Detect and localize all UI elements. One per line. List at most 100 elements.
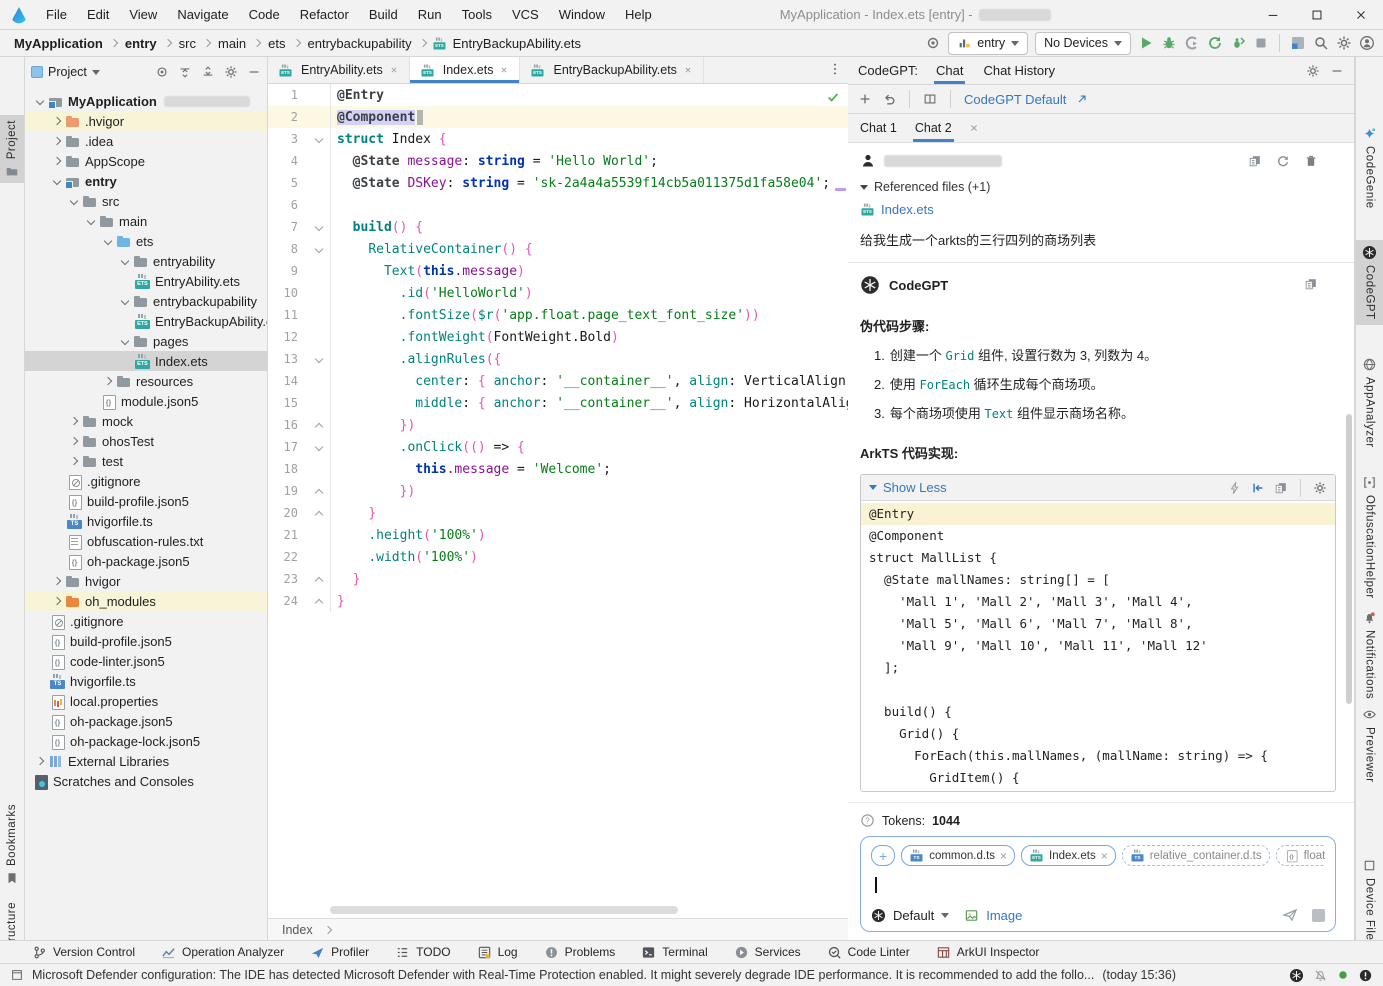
layout-icon[interactable] bbox=[10, 968, 24, 982]
context-chip-relative-container-d-ts[interactable]: relative_container.d.ts bbox=[1121, 845, 1270, 866]
tree-item-obfuscation-rules-txt[interactable]: obfuscation-rules.txt bbox=[25, 531, 267, 551]
fold-end-icon[interactable] bbox=[314, 576, 324, 586]
collapse-all-button[interactable] bbox=[201, 65, 215, 79]
tree-item-entryability[interactable]: entryability bbox=[25, 251, 267, 271]
tool-button-appanalyzer[interactable]: AppAnalyzer bbox=[1356, 352, 1383, 453]
help-icon[interactable]: ? bbox=[860, 813, 875, 828]
search-everywhere-button[interactable] bbox=[1313, 35, 1329, 51]
code-block-options-button[interactable] bbox=[1313, 481, 1327, 495]
tool-button-project[interactable]: Project bbox=[0, 115, 24, 184]
editor-tab-index-ets[interactable]: Index.ets bbox=[409, 57, 521, 83]
split-view-button[interactable] bbox=[923, 92, 937, 106]
stop-button[interactable] bbox=[1253, 35, 1269, 51]
tree-expand-arrow-icon[interactable] bbox=[67, 454, 82, 469]
toolwindow-operation-analyzer[interactable]: Operation Analyzer bbox=[161, 945, 284, 960]
tree-item--idea[interactable]: .idea bbox=[25, 131, 267, 151]
tree-item-hvigorfile-ts[interactable]: hvigorfile.ts bbox=[25, 511, 267, 531]
context-chip-index-ets[interactable]: Index.ets × bbox=[1021, 845, 1116, 866]
insert-at-caret-button[interactable] bbox=[1251, 481, 1265, 495]
close-chat-tab-icon[interactable] bbox=[968, 122, 980, 134]
code-line-1[interactable]: 1 @Entry bbox=[268, 84, 848, 106]
code-line-4[interactable]: 4 @State message: string = 'Hello World'… bbox=[268, 150, 848, 172]
undo-button[interactable] bbox=[882, 92, 896, 106]
tree-item-oh-package-json5[interactable]: oh-package.json5 bbox=[25, 711, 267, 731]
menu-navigate[interactable]: Navigate bbox=[169, 4, 236, 25]
tree-item-code-linter-json5[interactable]: code-linter.json5 bbox=[25, 651, 267, 671]
code-line-14[interactable]: 14 center: { anchor: '__container__', al… bbox=[268, 370, 848, 392]
context-chip-float-json[interactable]: float.json bbox=[1275, 845, 1325, 866]
referenced-file-link[interactable]: Index.ets bbox=[860, 202, 1342, 217]
tool-button-notifications[interactable]: Notifications bbox=[1356, 605, 1383, 704]
remove-chip-icon[interactable]: × bbox=[1000, 849, 1007, 863]
breadcrumb-item[interactable]: src bbox=[177, 36, 198, 51]
tree-item-external-libraries[interactable]: External Libraries bbox=[25, 751, 267, 771]
code-line-10[interactable]: 10 .id('HelloWorld') bbox=[268, 282, 848, 304]
regenerate-button[interactable] bbox=[1276, 154, 1290, 168]
quick-apply-button[interactable] bbox=[1228, 481, 1242, 495]
tree-collapse-arrow-icon[interactable] bbox=[84, 214, 99, 229]
menu-file[interactable]: File bbox=[38, 4, 75, 25]
tree-item-ets[interactable]: ets bbox=[25, 231, 267, 251]
code-line-24[interactable]: 24} bbox=[268, 590, 848, 612]
tree-item-entryability-ets[interactable]: EntryAbility.ets bbox=[25, 271, 267, 291]
code-line-2[interactable]: 2 @Component bbox=[268, 106, 848, 128]
tool-button-previewer[interactable]: Previewer bbox=[1356, 702, 1383, 788]
panel-options-button[interactable] bbox=[224, 65, 238, 79]
breadcrumb-item[interactable]: ets bbox=[266, 36, 287, 51]
editor-options-icon[interactable] bbox=[828, 62, 842, 76]
copy-message-button[interactable] bbox=[1248, 154, 1262, 168]
codegpt-tab-chat[interactable]: Chat bbox=[934, 57, 965, 84]
tree-item-module-json5[interactable]: module.json5 bbox=[25, 391, 267, 411]
tree-item-oh-modules[interactable]: oh_modules bbox=[25, 591, 267, 611]
code-line-5[interactable]: 5 @State DSKey: string = 'sk-2a4a4a5539f… bbox=[268, 172, 848, 194]
toolwindow-version-control[interactable]: Version Control bbox=[32, 945, 135, 960]
toolwindow-services[interactable]: Services bbox=[734, 945, 801, 960]
tree-expand-arrow-icon[interactable] bbox=[50, 114, 65, 129]
context-chip-common-d-ts[interactable]: common.d.ts × bbox=[901, 845, 1016, 866]
tree-collapse-arrow-icon[interactable] bbox=[118, 334, 133, 349]
code-line-13[interactable]: 13 .alignRules({ bbox=[268, 348, 848, 370]
add-context-button[interactable]: + bbox=[871, 845, 896, 866]
code-line-21[interactable]: 21 .height('100%') bbox=[268, 524, 848, 546]
menu-vcs[interactable]: VCS bbox=[504, 4, 547, 25]
toolwindow-log[interactable]: Log bbox=[477, 945, 518, 960]
fold-start-icon[interactable] bbox=[314, 354, 324, 364]
tree-item-entrybackupability[interactable]: entrybackupability bbox=[25, 291, 267, 311]
menu-help[interactable]: Help bbox=[617, 4, 660, 25]
code-line-6[interactable]: 6 bbox=[268, 194, 848, 216]
tree-item-test[interactable]: test bbox=[25, 451, 267, 471]
tree-item-build-profile-json5[interactable]: build-profile.json5 bbox=[25, 491, 267, 511]
tree-item-entry[interactable]: entry bbox=[25, 171, 267, 191]
menu-view[interactable]: View bbox=[121, 4, 165, 25]
show-less-toggle[interactable]: Show Less bbox=[883, 480, 947, 495]
rerun-button[interactable] bbox=[1207, 35, 1223, 51]
code-line-7[interactable]: 7 build() { bbox=[268, 216, 848, 238]
run-config-select[interactable]: entry bbox=[948, 31, 1029, 55]
codegpt-status-icon[interactable] bbox=[1289, 968, 1304, 983]
project-view-select[interactable]: Project bbox=[31, 65, 100, 79]
codegpt-settings-button[interactable] bbox=[1306, 64, 1320, 78]
code-line-11[interactable]: 11 .fontSize($r('app.float.page_text_fon… bbox=[268, 304, 848, 326]
chat-session-tab-chat-1[interactable]: Chat 1 bbox=[858, 114, 899, 142]
tree-item-main[interactable]: main bbox=[25, 211, 267, 231]
profile-avatar[interactable] bbox=[1359, 35, 1375, 51]
chat-scrollbar[interactable] bbox=[1346, 414, 1352, 704]
expand-all-button[interactable] bbox=[178, 65, 192, 79]
maximize-button[interactable] bbox=[1295, 0, 1339, 29]
run-button[interactable] bbox=[1138, 35, 1154, 51]
toolwindow-profiler[interactable]: Profiler bbox=[310, 945, 369, 960]
code-line-12[interactable]: 12 .fontWeight(FontWeight.Bold) bbox=[268, 326, 848, 348]
toolwindow-terminal[interactable]: Terminal bbox=[641, 945, 708, 960]
code-line-23[interactable]: 23 } bbox=[268, 568, 848, 590]
device-select[interactable]: No Devices bbox=[1035, 31, 1131, 55]
code-line-8[interactable]: 8 RelativeContainer() { bbox=[268, 238, 848, 260]
tree-item-src[interactable]: src bbox=[25, 191, 267, 211]
new-chat-button[interactable] bbox=[858, 92, 872, 106]
select-opened-file-button[interactable] bbox=[155, 65, 169, 79]
tree-expand-arrow-icon[interactable] bbox=[50, 154, 65, 169]
breadcrumb-item[interactable]: entrybackupability bbox=[306, 36, 414, 51]
tree-item-resources[interactable]: resources bbox=[25, 371, 267, 391]
stop-generation-button[interactable] bbox=[1312, 908, 1325, 922]
code-line-16[interactable]: 16 }) bbox=[268, 414, 848, 436]
tree-collapse-arrow-icon[interactable] bbox=[67, 194, 82, 209]
